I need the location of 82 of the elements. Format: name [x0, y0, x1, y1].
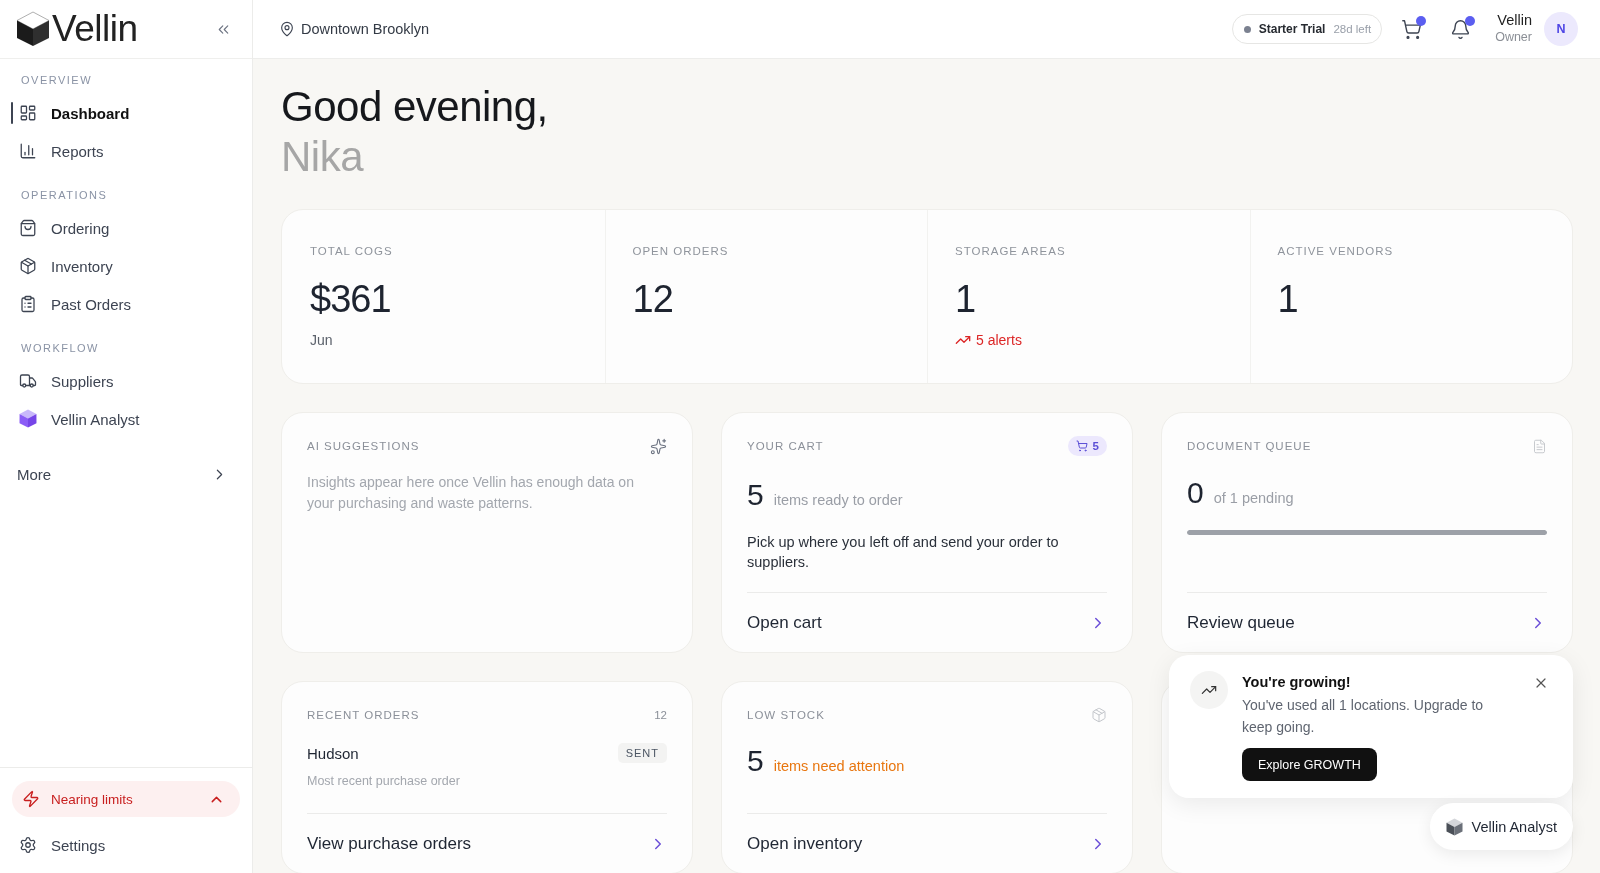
- bar-chart-icon: [19, 142, 37, 160]
- card-action-link[interactable]: View purchase orders: [307, 813, 667, 873]
- settings-icon: [19, 836, 37, 854]
- plan-name: Starter Trial: [1258, 22, 1326, 36]
- dashboard-grid-icon: [19, 104, 37, 122]
- nav-item[interactable]: Vellin Analyst: [10, 400, 242, 438]
- more-menu-item[interactable]: More: [10, 455, 242, 493]
- card-title: DOCUMENT QUEUE: [1187, 440, 1312, 452]
- truck-icon: [19, 372, 37, 390]
- popup-title: You're growing!: [1242, 673, 1351, 692]
- cart-icon: [1401, 18, 1423, 40]
- order-caption: Most recent purchase order: [307, 773, 461, 789]
- order-count: 12: [654, 709, 667, 721]
- stat-label: TOTAL COGS: [310, 244, 393, 258]
- lightning-icon: [22, 790, 40, 808]
- notifications-button[interactable]: [1450, 18, 1472, 40]
- settings-item[interactable]: Settings: [10, 826, 242, 864]
- sparkle-icon: [650, 437, 667, 455]
- cart-button[interactable]: [1401, 18, 1423, 40]
- trial-remaining: 28d left: [1333, 23, 1372, 35]
- nav-item[interactable]: Ordering: [10, 209, 242, 247]
- card-title: LOW STOCK: [747, 709, 825, 721]
- card-description: Pick up where you left off and send your order to suppliers.: [747, 533, 1060, 572]
- limits-warning-text: Nearing limits: [51, 791, 134, 807]
- user-role: Owner: [1495, 29, 1532, 46]
- analyst-chat-button[interactable]: Vellin Analyst: [1429, 803, 1573, 850]
- status-dot-icon: [1243, 25, 1251, 33]
- status-badge: SENT: [617, 743, 667, 763]
- stat-value: 12: [632, 277, 673, 322]
- cube-logo-icon: [16, 11, 50, 47]
- trend-up-icon: [1190, 671, 1228, 709]
- stat-label: STORAGE AREAS: [955, 244, 1066, 258]
- box-icon: [1091, 707, 1107, 723]
- nav-section-heading: OPERATIONS: [20, 188, 109, 202]
- card-action-link[interactable]: Open cart: [747, 592, 1107, 652]
- document-icon: [1532, 438, 1547, 454]
- user-name: Vellin: [1497, 12, 1532, 29]
- greeting-name: Nika: [281, 132, 365, 182]
- nav-section-heading: WORKFLOW: [20, 341, 100, 355]
- nav-section-heading: OVERVIEW: [20, 73, 94, 87]
- count-value: 5: [747, 477, 764, 513]
- bell-icon: [1450, 18, 1472, 40]
- count-label: items ready to order: [773, 491, 903, 510]
- nav-item[interactable]: Past Orders: [10, 285, 242, 323]
- cube-icon: [19, 409, 37, 429]
- user-avatar[interactable]: N: [1544, 12, 1578, 46]
- vendor-name: Hudson: [307, 744, 359, 762]
- stat-value: 1: [955, 277, 976, 322]
- card-action-link[interactable]: Review queue: [1187, 592, 1547, 652]
- greeting-title: Good evening,: [281, 82, 549, 132]
- popup-text: You've used all 1 locations. Upgrade to keep going.: [1242, 696, 1485, 737]
- clipboard-list-icon: [19, 295, 37, 313]
- count-value: 5: [747, 743, 764, 779]
- alert-text: 5 alerts: [976, 331, 1022, 349]
- explore-plan-button[interactable]: Explore GROWTH: [1242, 748, 1377, 781]
- nav-item[interactable]: Suppliers: [10, 362, 242, 400]
- logo-wordmark: Vellin: [52, 9, 138, 49]
- card-title: AI SUGGESTIONS: [307, 440, 420, 452]
- stat-value: 1: [1277, 277, 1298, 322]
- stat-label: OPEN ORDERS: [632, 244, 729, 258]
- cart-icon: [1075, 440, 1088, 452]
- card-title: RECENT ORDERS: [307, 709, 420, 721]
- map-pin-icon: [279, 21, 295, 37]
- count-label: of 1 pending: [1213, 489, 1294, 508]
- card-action-link[interactable]: Open inventory: [747, 813, 1107, 873]
- stat-value: $361: [310, 277, 391, 322]
- nav-item[interactable]: Dashboard: [10, 94, 242, 132]
- nav-item[interactable]: Reports: [10, 132, 242, 170]
- stat-label: ACTIVE VENDORS: [1277, 244, 1394, 258]
- box-icon: [19, 257, 37, 275]
- limits-warning-button[interactable]: Nearing limits: [12, 781, 240, 817]
- location-selector[interactable]: Downtown Brooklyn: [279, 21, 430, 37]
- nav-item[interactable]: Inventory: [10, 247, 242, 285]
- shopping-bag-icon: [19, 219, 37, 237]
- card-title: YOUR CART: [747, 440, 824, 452]
- plan-status-pill[interactable]: Starter Trial 28d left: [1231, 14, 1383, 44]
- empty-state-text: Insights appear here once Vellin has enough data on your purchasing and waste patterns.: [307, 473, 635, 513]
- cart-count: 5: [1092, 440, 1099, 452]
- cube-icon: [1445, 817, 1463, 836]
- count-value: 0: [1187, 475, 1204, 511]
- count-label: items need attention: [773, 757, 905, 776]
- stat-period: Jun: [310, 331, 333, 349]
